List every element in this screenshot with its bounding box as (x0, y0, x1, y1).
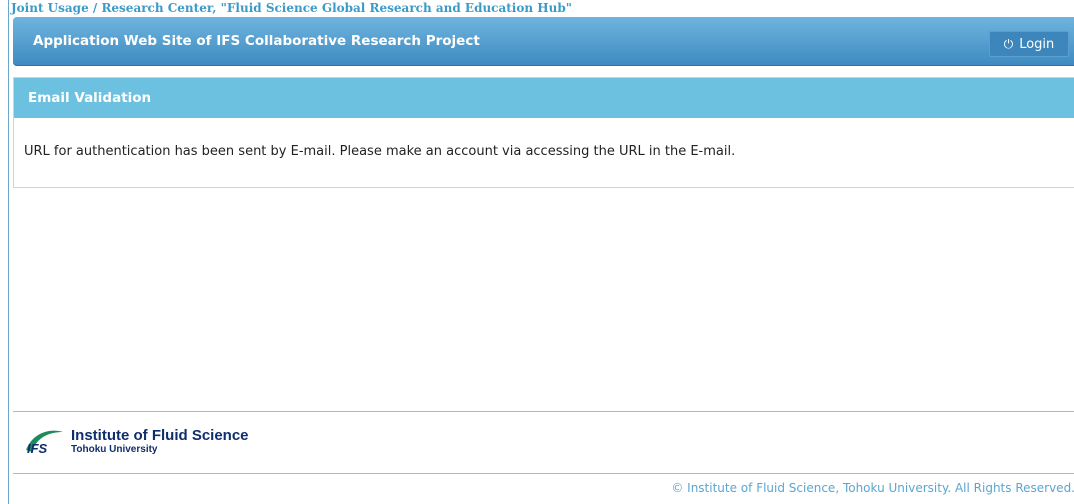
footer-divider-top (13, 411, 1074, 412)
logo-subtitle: Tohoku University (71, 443, 158, 455)
panel-title: Email Validation (14, 78, 1074, 118)
email-validation-panel: Email Validation URL for authentication … (13, 77, 1074, 188)
power-icon: ⏻ (1003, 37, 1014, 51)
svg-text:IFS: IFS (27, 441, 48, 456)
site-top-title: Joint Usage / Research Center, "Fluid Sc… (11, 1, 572, 15)
login-button[interactable]: ⏻ Login (989, 31, 1069, 57)
ifs-logo-icon: IFS (26, 430, 63, 456)
validation-message: URL for authentication has been sent by … (24, 144, 736, 159)
page-frame: Joint Usage / Research Center, "Fluid Sc… (8, 0, 1074, 504)
logo-name: Institute of Fluid Science (71, 426, 249, 444)
copyright-text: © Institute of Fluid Science, Tohoku Uni… (671, 481, 1074, 495)
ifs-logo: IFS Institute of Fluid Science Tohoku Un… (23, 426, 249, 456)
app-header-bar: Application Web Site of IFS Collaborativ… (13, 17, 1074, 66)
login-label: Login (1019, 36, 1055, 52)
app-title: Application Web Site of IFS Collaborativ… (33, 33, 480, 49)
footer-divider-bottom (13, 473, 1074, 474)
